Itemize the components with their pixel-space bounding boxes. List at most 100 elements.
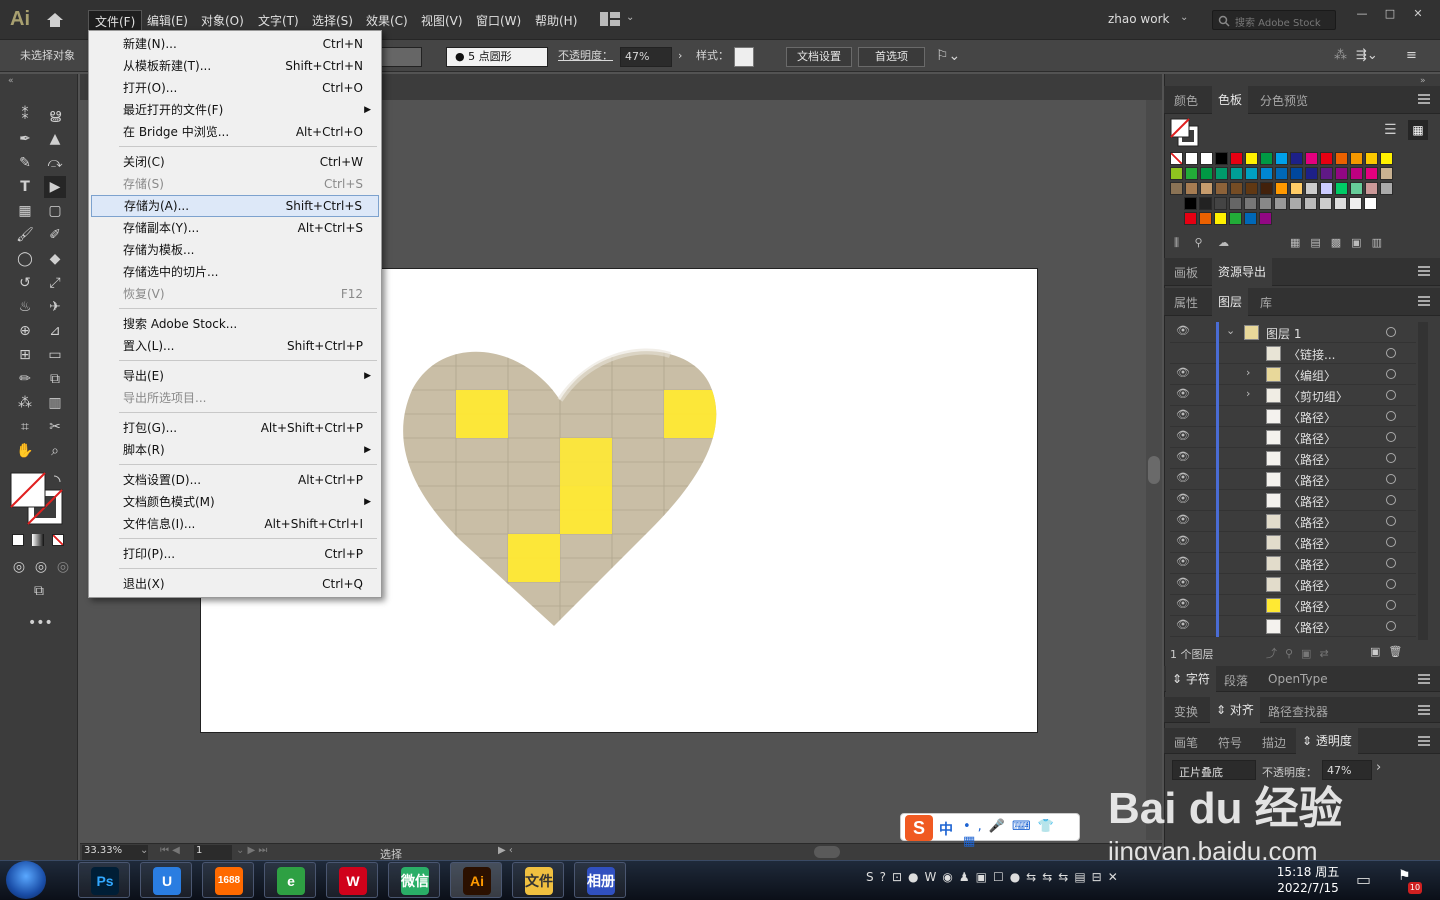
- color-swatch[interactable]: [1229, 197, 1242, 210]
- brush-select[interactable]: ● 5 点圆形: [446, 47, 548, 67]
- color-swatch[interactable]: [1245, 182, 1258, 195]
- color-swatch[interactable]: [1170, 182, 1183, 195]
- layer-row[interactable]: 👁 〈路径〉: [1170, 616, 1416, 637]
- eye-icon[interactable]: 👁: [1176, 597, 1190, 610]
- color-swatch[interactable]: [1365, 182, 1378, 195]
- tray-icons[interactable]: S?⊡●W◉♟▣☐●⇆⇆⇆▤⊟✕: [866, 870, 1124, 884]
- swatch-library-icon[interactable]: ⫼ ⚲ ☁: [1174, 236, 1235, 250]
- layer-name[interactable]: 〈链接...: [1288, 346, 1335, 363]
- preferences-button[interactable]: 首选项: [858, 47, 925, 67]
- tab-transparency[interactable]: ⇕ 透明度: [1296, 728, 1358, 754]
- notification-icon[interactable]: ▭: [1356, 870, 1371, 889]
- color-swatch[interactable]: [1260, 152, 1273, 165]
- layer-name[interactable]: 图层 1: [1266, 325, 1301, 342]
- color-swatch[interactable]: [1335, 167, 1348, 180]
- tab-stroke[interactable]: 描边: [1262, 734, 1286, 751]
- layer-row[interactable]: 👁 › 〈剪切组〉: [1170, 385, 1416, 406]
- target-icon[interactable]: [1386, 453, 1396, 463]
- layer-actions-icon[interactable]: ⤴⚲▣⇄: [1266, 645, 1337, 661]
- panel-menu-icon[interactable]: [1418, 94, 1430, 104]
- file-menu-item[interactable]: 从模板新建(T)... Shift+Ctrl+N: [91, 55, 379, 77]
- tab-brushes[interactable]: 画笔: [1174, 734, 1198, 751]
- color-swatch[interactable]: [1305, 167, 1318, 180]
- color-swatch[interactable]: [1350, 182, 1363, 195]
- color-swatch[interactable]: [1289, 197, 1302, 210]
- collapse-icon[interactable]: «: [8, 76, 14, 86]
- next-page-icon[interactable]: ⌄ ▶ ⏭: [236, 845, 267, 856]
- color-swatch[interactable]: [1215, 167, 1228, 180]
- file-menu-item[interactable]: 存储为(A)... Shift+Ctrl+S: [91, 195, 379, 217]
- gradient-tool-icon[interactable]: ▭: [44, 344, 66, 366]
- color-swatch[interactable]: [1170, 152, 1183, 165]
- file-menu-item[interactable]: 置入(L)... Shift+Ctrl+P: [91, 335, 379, 357]
- file-menu-item[interactable]: 文档设置(D)... Alt+Ctrl+P: [91, 469, 379, 491]
- eye-icon[interactable]: 👁: [1176, 324, 1190, 337]
- taskbar-wps[interactable]: W: [326, 862, 378, 898]
- color-swatch[interactable]: [1365, 167, 1378, 180]
- tab-paragraph[interactable]: 段落: [1224, 672, 1248, 689]
- knife-tool-icon[interactable]: ✂: [44, 416, 66, 438]
- heart-artwork[interactable]: [400, 340, 720, 630]
- draw-inside-icon[interactable]: ◎: [52, 556, 74, 578]
- tab-transform[interactable]: 变换: [1174, 703, 1198, 720]
- opacity-field[interactable]: 47%: [620, 47, 672, 67]
- none-mode-icon[interactable]: [52, 534, 64, 546]
- artboard-tool-icon[interactable]: ⌗: [14, 416, 36, 438]
- rectangle-tool-icon[interactable]: ▢: [44, 200, 66, 222]
- menu-type[interactable]: 文字(T): [258, 12, 299, 29]
- eye-icon[interactable]: 👁: [1176, 576, 1190, 589]
- color-swatch[interactable]: [1290, 167, 1303, 180]
- color-swatch[interactable]: [1290, 152, 1303, 165]
- tab-color[interactable]: 颜色: [1174, 92, 1198, 109]
- more-tools-icon[interactable]: •••: [28, 612, 53, 634]
- file-menu-item[interactable]: 存储为模板...: [91, 239, 379, 261]
- color-swatch[interactable]: [1245, 152, 1258, 165]
- taskbar-1688[interactable]: 1688: [202, 862, 254, 898]
- panel-menu-icon[interactable]: [1418, 736, 1430, 746]
- color-swatch[interactable]: [1380, 152, 1393, 165]
- chevron-down-icon[interactable]: ⌄: [1180, 12, 1188, 23]
- layer-name[interactable]: 〈路径〉: [1288, 535, 1336, 552]
- menu-effect[interactable]: 效果(C): [366, 12, 408, 29]
- ime-tools-icon[interactable]: •,🎤⌨👕▦: [963, 819, 1079, 849]
- color-swatch[interactable]: [1260, 167, 1273, 180]
- taskbar-browser[interactable]: e: [264, 862, 316, 898]
- clock[interactable]: 15:18 周五 2022/7/15: [1276, 864, 1340, 896]
- target-icon[interactable]: [1386, 411, 1396, 421]
- eye-icon[interactable]: 👁: [1176, 618, 1190, 631]
- minimize-button[interactable]: —: [1352, 7, 1372, 21]
- file-menu-item[interactable]: 存储(S) Ctrl+S: [91, 173, 379, 195]
- stock-search-input[interactable]: 搜索 Adobe Stock: [1212, 10, 1336, 30]
- color-swatch[interactable]: [1365, 152, 1378, 165]
- magic-wand-tool-icon[interactable]: ⁑: [14, 104, 36, 126]
- color-swatch[interactable]: [1230, 182, 1243, 195]
- file-menu-item[interactable]: 新建(N)... Ctrl+N: [91, 33, 379, 55]
- file-menu-item[interactable]: 文件信息(I)... Alt+Shift+Ctrl+I: [91, 513, 379, 535]
- brush-tool-icon[interactable]: 🖌: [14, 224, 36, 246]
- color-swatch[interactable]: [1305, 182, 1318, 195]
- menu-icon[interactable]: ≡: [1406, 47, 1417, 67]
- color-swatch[interactable]: [1350, 167, 1363, 180]
- chevron-down-icon[interactable]: ⌄: [1226, 324, 1235, 337]
- taskbar-photoshop[interactable]: Ps: [78, 862, 130, 898]
- file-menu-item[interactable]: 关闭(C) Ctrl+W: [91, 151, 379, 173]
- eye-icon[interactable]: 👁: [1176, 450, 1190, 463]
- layer-name[interactable]: 〈路径〉: [1288, 409, 1336, 426]
- color-swatch[interactable]: [1244, 212, 1257, 225]
- tab-swatches[interactable]: 色板: [1212, 86, 1249, 114]
- layer-row[interactable]: 👁 〈路径〉: [1170, 469, 1416, 490]
- color-swatch[interactable]: [1335, 152, 1348, 165]
- tab-separations[interactable]: 分色预览: [1260, 92, 1308, 109]
- user-name[interactable]: zhao work: [1108, 12, 1169, 26]
- file-menu-item[interactable]: 导出(E) ▶: [91, 365, 379, 387]
- layer-row-top[interactable]: 👁 ⌄ 图层 1: [1170, 322, 1416, 343]
- document-setup-button[interactable]: 文档设置: [786, 47, 852, 67]
- layer-row[interactable]: 👁 › 〈编组〉: [1170, 364, 1416, 385]
- lasso-tool-icon[interactable]: ൠ: [44, 104, 66, 126]
- color-mode-icon[interactable]: [12, 534, 24, 546]
- first-page-icon[interactable]: ⏮ ◀: [160, 845, 180, 856]
- scroll-thumb[interactable]: [1148, 456, 1160, 484]
- list-view-icon[interactable]: ☰: [1384, 122, 1397, 138]
- target-icon[interactable]: [1386, 474, 1396, 484]
- chevron-right-icon[interactable]: ›: [1246, 387, 1250, 400]
